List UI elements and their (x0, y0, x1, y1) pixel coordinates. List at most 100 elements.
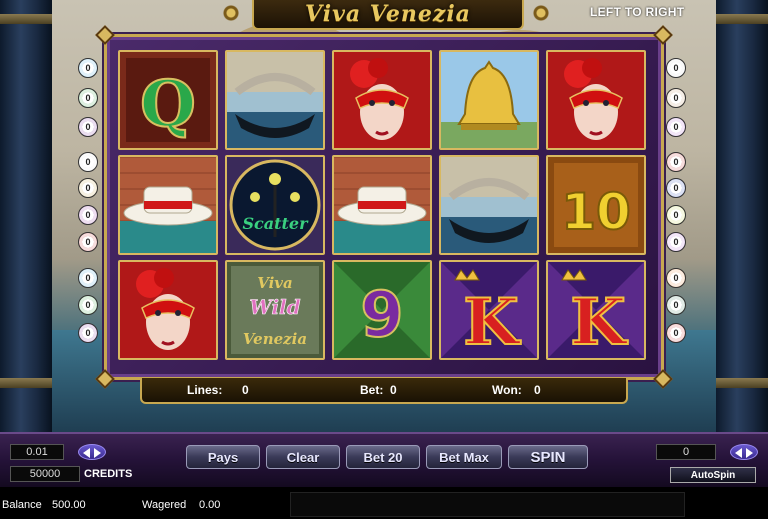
gondola-symbol-art (441, 157, 537, 253)
mask-symbol (118, 260, 218, 360)
mask-symbol (546, 50, 646, 150)
title-ornament-left (214, 0, 248, 26)
nine-symbol-art: 9 (334, 262, 430, 358)
payline-left-3-label: 0 (82, 121, 94, 133)
autospin-button[interactable]: AutoSpin (670, 467, 756, 483)
pays-button[interactable]: Pays (186, 445, 260, 469)
ten-symbol-art: 10 (548, 157, 644, 253)
pay-direction: LEFT TO RIGHT (590, 5, 685, 19)
lines-value: 0 (242, 383, 249, 397)
payline-right-3-button[interactable]: 0 (666, 117, 686, 137)
payline-right-7-button[interactable]: 0 (666, 232, 686, 252)
credits-display: 50000 (10, 466, 80, 482)
payline-left-7-button[interactable]: 0 (78, 232, 98, 252)
payline-left-2-label: 0 (82, 92, 94, 104)
lines-label: Lines: (187, 383, 223, 397)
right-display: 0 (656, 444, 716, 460)
mask-symbol (332, 50, 432, 150)
payline-right-10-button[interactable]: 0 (666, 323, 686, 343)
payline-left-9-button[interactable]: 0 (78, 295, 98, 315)
payline-right-8-button[interactable]: 0 (666, 268, 686, 288)
payline-right-9-button[interactable]: 0 (666, 295, 686, 315)
payline-right-8-label: 0 (670, 272, 682, 284)
bet-label: Bet: (360, 383, 384, 397)
payline-right-3-label: 0 (670, 121, 682, 133)
payline-left-7-label: 0 (82, 236, 94, 248)
svg-text:Scatter: Scatter (242, 214, 309, 233)
hat-symbol (332, 155, 432, 255)
svg-text:9: 9 (360, 278, 403, 351)
lamp-scatter-symbol-art: Scatter (227, 157, 323, 253)
balance-value: 500.00 (52, 499, 86, 511)
payline-left-2-button[interactable]: 0 (78, 88, 98, 108)
svg-text:K: K (463, 285, 521, 358)
payline-left-10-label: 0 (82, 327, 94, 339)
payline-right-2-label: 0 (670, 92, 682, 104)
title-ornament-right (524, 0, 558, 26)
payline-right-4-button[interactable]: 0 (666, 152, 686, 172)
clear-button[interactable]: Clear (266, 445, 340, 469)
payline-right-4-label: 0 (670, 156, 682, 168)
hat-symbol-art (120, 157, 216, 253)
payline-left-1-button[interactable]: 0 (78, 58, 98, 78)
payline-right-1-label: 0 (670, 62, 682, 74)
coin-value-display: 0.01 (10, 444, 64, 460)
payline-left-6-button[interactable]: 0 (78, 205, 98, 225)
svg-text:10: 10 (561, 183, 631, 241)
mask-symbol-art (120, 262, 216, 358)
wagered-label: Wagered (142, 499, 187, 511)
payline-left-5-label: 0 (82, 182, 94, 194)
spin-button[interactable]: SPIN (508, 445, 588, 469)
payline-left-1-label: 0 (82, 62, 94, 74)
mask-symbol-art (334, 52, 430, 148)
right-pillar (716, 0, 768, 432)
right-arrows-button[interactable] (730, 444, 758, 460)
queen-symbol-art: Q (120, 52, 216, 148)
payline-right-6-button[interactable]: 0 (666, 205, 686, 225)
king-symbol: K (439, 260, 539, 360)
payline-left-3-button[interactable]: 0 (78, 117, 98, 137)
bet-max-button[interactable]: Bet Max (426, 445, 502, 469)
svg-text:Viva: Viva (257, 274, 293, 292)
payline-right-10-label: 0 (670, 327, 682, 339)
wild-symbol-art: Viva Wild Venezia (227, 262, 323, 358)
balance-label: Balance (2, 499, 42, 511)
payline-left-4-label: 0 (82, 156, 94, 168)
payline-left-5-button[interactable]: 0 (78, 178, 98, 198)
status-bar: Balance 500.00 Wagered 0.00 (0, 490, 768, 519)
game-title-plate: Viva Venezia (252, 0, 524, 30)
payline-right-2-button[interactable]: 0 (666, 88, 686, 108)
gondola-symbol (225, 50, 325, 150)
payline-right-5-button[interactable]: 0 (666, 178, 686, 198)
svg-text:Wild: Wild (249, 295, 300, 319)
wild-symbol: Viva Wild Venezia (225, 260, 325, 360)
coin-value-arrows-button[interactable] (78, 444, 106, 460)
payline-right-5-label: 0 (670, 182, 682, 194)
lamp-scatter-symbol: Scatter (225, 155, 325, 255)
gondola-symbol (439, 155, 539, 255)
svg-text:K: K (570, 285, 628, 358)
hat-symbol-art (334, 157, 430, 253)
bet-20-button[interactable]: Bet 20 (346, 445, 420, 469)
payline-left-4-button[interactable]: 0 (78, 152, 98, 172)
svg-text:Q: Q (140, 67, 196, 142)
reel-grid: Q Scatter 10 Viva Wild Venezia 9 K K (118, 50, 648, 360)
hat-symbol (118, 155, 218, 255)
king-symbol-art: K (548, 262, 644, 358)
payline-right-7-label: 0 (670, 236, 682, 248)
message-box (290, 492, 685, 517)
payline-left-8-label: 0 (82, 272, 94, 284)
king-symbol-art: K (441, 262, 537, 358)
bell-symbol (439, 50, 539, 150)
bet-value: 0 (390, 383, 397, 397)
info-bar: Lines: 0 Bet: 0 Won: 0 (140, 378, 628, 404)
payline-right-6-label: 0 (670, 209, 682, 221)
payline-left-10-button[interactable]: 0 (78, 323, 98, 343)
payline-left-8-button[interactable]: 0 (78, 268, 98, 288)
payline-right-1-button[interactable]: 0 (666, 58, 686, 78)
payline-left-6-label: 0 (82, 209, 94, 221)
credits-label: CREDITS (84, 468, 133, 480)
svg-text:Venezia: Venezia (243, 330, 307, 348)
queen-symbol: Q (118, 50, 218, 150)
payline-left-9-label: 0 (82, 299, 94, 311)
